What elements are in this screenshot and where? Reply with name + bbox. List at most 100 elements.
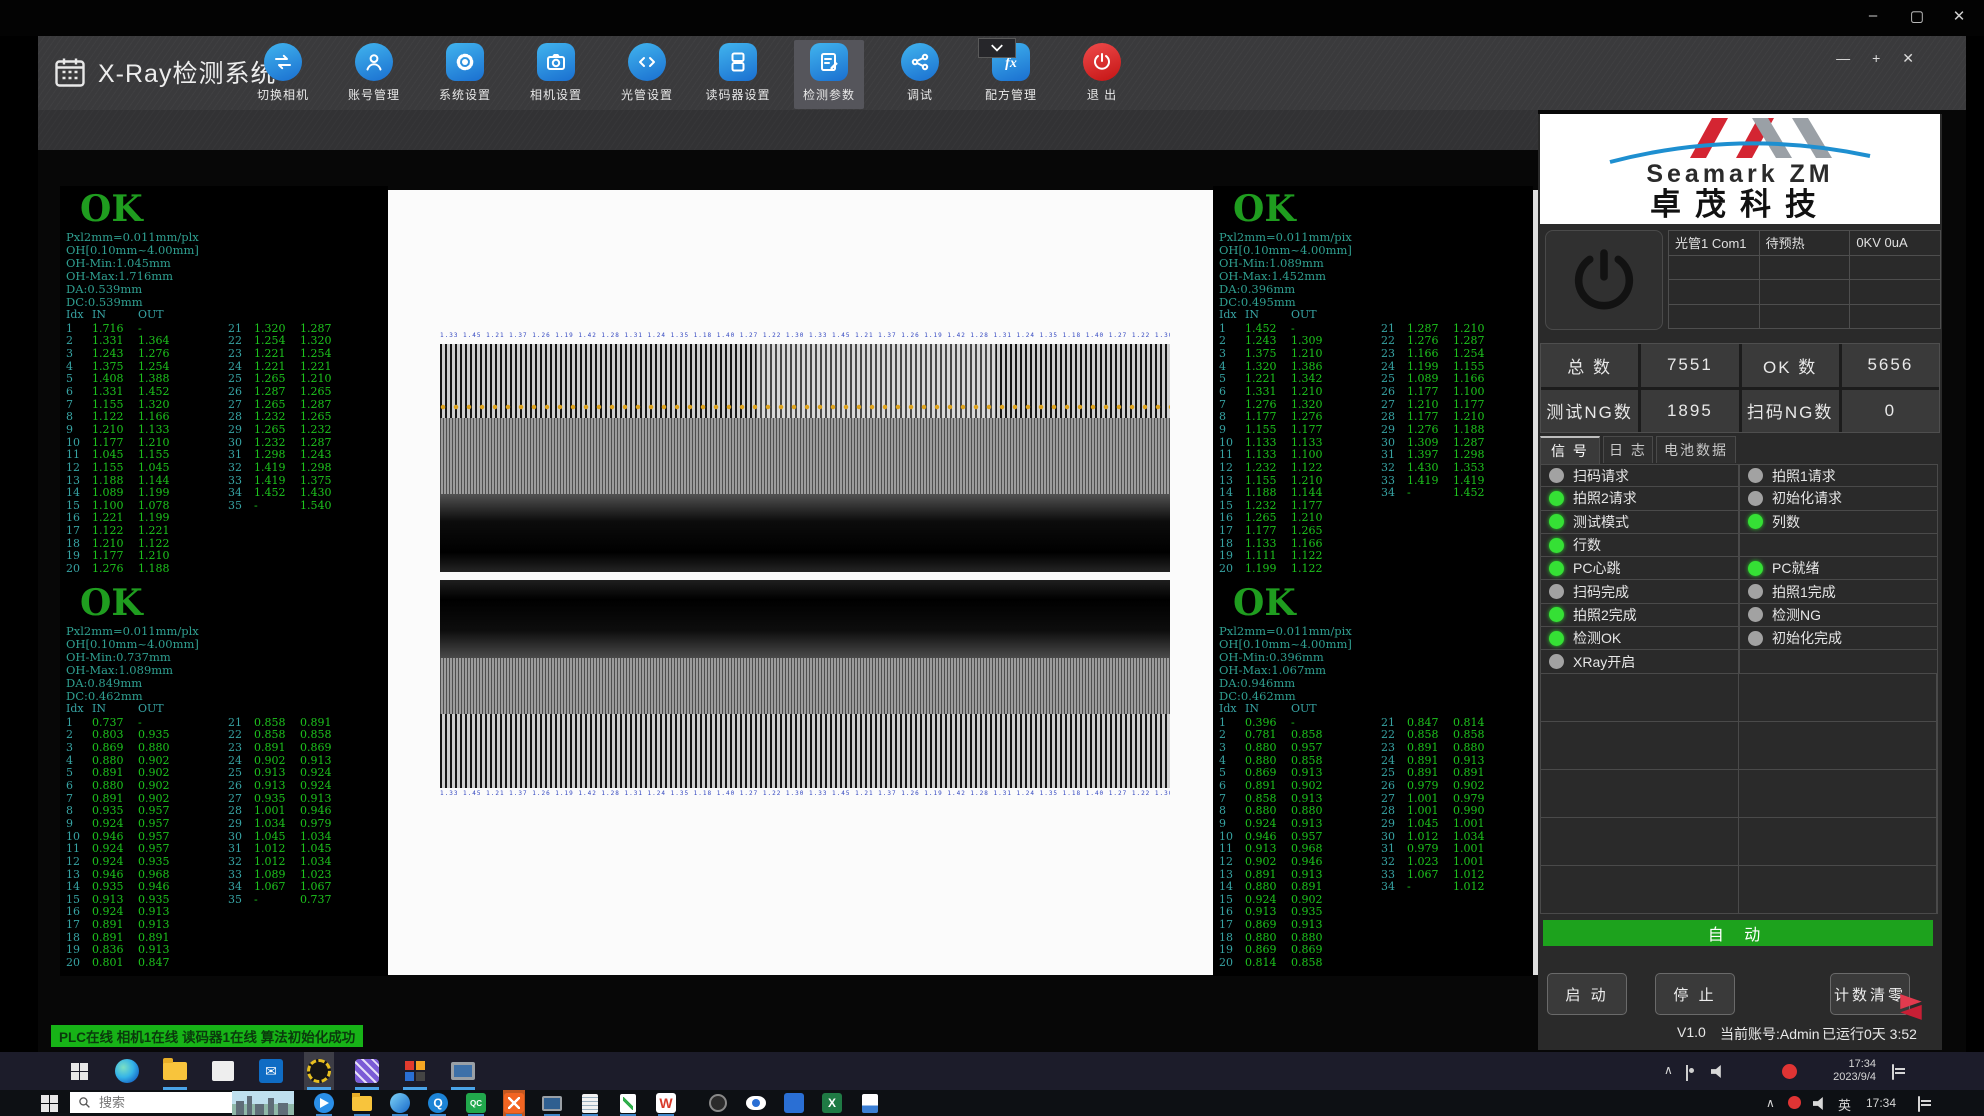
overlay-flag-icon bbox=[1898, 992, 1924, 1022]
start-button-lower[interactable] bbox=[38, 1090, 60, 1116]
speaker-muted-icon[interactable] bbox=[1813, 1097, 1827, 1110]
led-on-icon bbox=[1549, 631, 1564, 646]
app-title: X-Ray检测系统 bbox=[52, 54, 276, 90]
table-row: 101.1331.133301.3091.287 bbox=[1219, 436, 1499, 449]
app-minimize-icon[interactable]: — bbox=[1836, 50, 1850, 67]
city-weather-widget[interactable] bbox=[232, 1091, 294, 1115]
taskbar-app-edge[interactable] bbox=[112, 1052, 142, 1090]
indicator-label: 扫码请求 bbox=[1573, 466, 1629, 486]
toolbar-item-settings[interactable]: 系统设置 bbox=[430, 40, 500, 109]
taskbar-app-ms-store[interactable] bbox=[208, 1052, 238, 1090]
tray-expand-icon-lower[interactable]: ∧ bbox=[1766, 1096, 1775, 1110]
cell-idx: 3 bbox=[1219, 741, 1245, 754]
xray-image-view[interactable]: 1.33 1.45 1.21 1.37 1.26 1.19 1.42 1.28 … bbox=[388, 190, 1213, 975]
cell-in: 1.331 bbox=[92, 334, 138, 347]
os-maximize-icon[interactable]: ▢ bbox=[1902, 7, 1932, 25]
cell-in: 0.847 bbox=[1407, 716, 1453, 729]
cell-out: 1.210 bbox=[1291, 474, 1337, 487]
os-close-icon[interactable]: ✕ bbox=[1944, 7, 1974, 25]
toolbar-item-exit[interactable]: 退 出 bbox=[1067, 40, 1137, 109]
taskbar-app-tiles-app[interactable] bbox=[400, 1052, 430, 1090]
red-badge-tray-icon[interactable] bbox=[1782, 1064, 1797, 1079]
toolbar-item-camera[interactable]: 相机设置 bbox=[521, 40, 591, 109]
cell-in: - bbox=[254, 893, 300, 906]
cell-in: 0.814 bbox=[1245, 956, 1291, 969]
cell-out: - bbox=[1291, 322, 1337, 335]
cell-out: 0.902 bbox=[138, 754, 184, 767]
table-row: 30.8800.957230.8910.880 bbox=[1219, 741, 1499, 754]
cell-idx: 5 bbox=[66, 372, 92, 385]
input-language-indicator[interactable]: 英 bbox=[1838, 1095, 1851, 1114]
speaker-tray-icon[interactable] bbox=[1711, 1065, 1725, 1078]
cell-in: 1.276 bbox=[92, 562, 138, 575]
start-button[interactable]: 启 动 bbox=[1547, 973, 1627, 1015]
notification-icon-lower[interactable] bbox=[1918, 1096, 1920, 1112]
taskbar-app-notegreen-app[interactable] bbox=[617, 1090, 639, 1116]
cell-in: 1.001 bbox=[254, 804, 300, 817]
toolbar-item-xray-tube[interactable]: 光管设置 bbox=[612, 40, 682, 109]
toolbar-item-account[interactable]: 账号管理 bbox=[339, 40, 409, 109]
taskbar-app-cam-app[interactable] bbox=[707, 1090, 729, 1116]
stop-button[interactable]: 停 止 bbox=[1655, 973, 1735, 1015]
edge-icon bbox=[115, 1059, 139, 1083]
picture-tray-icon[interactable] bbox=[1686, 1065, 1688, 1081]
taskbar-app-excel-app[interactable]: X bbox=[821, 1090, 843, 1116]
cell-out: 0.858 bbox=[1291, 956, 1337, 969]
taskbar-app-notepad-app[interactable] bbox=[579, 1090, 601, 1116]
toolbar-item-inspect-params[interactable]: 检测参数 bbox=[794, 40, 864, 109]
toolbar-collapse-button[interactable] bbox=[978, 38, 1016, 58]
wps-app-icon: W bbox=[656, 1093, 676, 1113]
cell-out: 1.254 bbox=[1453, 347, 1499, 360]
cell-idx: 32 bbox=[1381, 855, 1407, 868]
taskbar-app-thunder-app[interactable] bbox=[313, 1090, 335, 1116]
taskbar-app-eye-app[interactable] bbox=[745, 1090, 767, 1116]
red-dot-tray-icon[interactable] bbox=[1788, 1096, 1801, 1109]
taskbar-app-seamark-app[interactable] bbox=[503, 1090, 525, 1116]
cell-in: 0.880 bbox=[1245, 741, 1291, 754]
tab-signal[interactable]: 信 号 bbox=[1540, 436, 1600, 464]
taskbar-app-doc-app[interactable] bbox=[859, 1090, 881, 1116]
clock[interactable]: 17:34 2023/9/4 bbox=[1810, 1058, 1876, 1084]
cell-out: 1.276 bbox=[138, 347, 184, 360]
tab-log[interactable]: 日 志 bbox=[1603, 436, 1653, 463]
taskbar-app-file-explorer[interactable] bbox=[160, 1052, 190, 1090]
taskbar-app-start[interactable] bbox=[64, 1052, 94, 1090]
toolbar-item-scanner[interactable]: 读码器设置 bbox=[703, 40, 773, 109]
cell-in: 0.880 bbox=[92, 754, 138, 767]
xray-power-button[interactable] bbox=[1545, 230, 1663, 330]
clock-lower[interactable]: 17:34 bbox=[1866, 1096, 1896, 1110]
cell-out: 1.210 bbox=[300, 372, 346, 385]
cell-idx: 16 bbox=[66, 511, 92, 524]
table-row: 191.1771.210 bbox=[66, 550, 346, 563]
taskbar-app-comet-app[interactable] bbox=[389, 1090, 411, 1116]
tube-status-cell bbox=[1669, 280, 1760, 305]
toolbar-item-switch-camera[interactable]: 切换相机 bbox=[248, 40, 318, 109]
taskbar-app-mail[interactable]: ✉ bbox=[256, 1052, 286, 1090]
cell-out: 1.364 bbox=[138, 334, 184, 347]
taskbar-app-blue-app[interactable] bbox=[783, 1090, 805, 1116]
app-restore-icon[interactable]: + bbox=[1872, 50, 1880, 67]
tab-battery-data[interactable]: 电池数据 bbox=[1656, 436, 1736, 463]
taskbar-app-purple-app[interactable] bbox=[352, 1052, 382, 1090]
os-minimize-icon[interactable]: – bbox=[1858, 7, 1888, 24]
notification-center-icon[interactable] bbox=[1892, 1064, 1894, 1080]
cell-idx: 13 bbox=[1219, 474, 1245, 487]
taskbar-app-q-app[interactable]: Q bbox=[427, 1090, 449, 1116]
toolbar-item-debug[interactable]: 调试 bbox=[885, 40, 955, 109]
app-close-icon[interactable]: ✕ bbox=[1902, 50, 1914, 67]
taskbar-search[interactable] bbox=[70, 1092, 236, 1113]
taskbar-app-qc-app[interactable]: QC bbox=[465, 1090, 487, 1116]
taskbar-app-monitor-app[interactable] bbox=[448, 1052, 478, 1090]
tray-expand-icon[interactable]: ∧ bbox=[1664, 1063, 1673, 1077]
taskbar-app-monitor2-app[interactable] bbox=[541, 1090, 563, 1116]
cell-out: 1.001 bbox=[1453, 817, 1499, 830]
cell-in: 1.133 bbox=[1245, 537, 1291, 550]
taskbar-app-folder-app[interactable] bbox=[351, 1090, 373, 1116]
search-input[interactable] bbox=[97, 1094, 211, 1111]
indicator-label: PC心跳 bbox=[1573, 558, 1620, 578]
taskbar-app-wps-app[interactable]: W bbox=[655, 1090, 677, 1116]
taskbar-app-wheel-app[interactable] bbox=[304, 1052, 334, 1090]
cell-in: 1.452 bbox=[1245, 322, 1291, 335]
led-on-icon bbox=[1748, 514, 1763, 529]
cell-out: 1.199 bbox=[138, 486, 184, 499]
